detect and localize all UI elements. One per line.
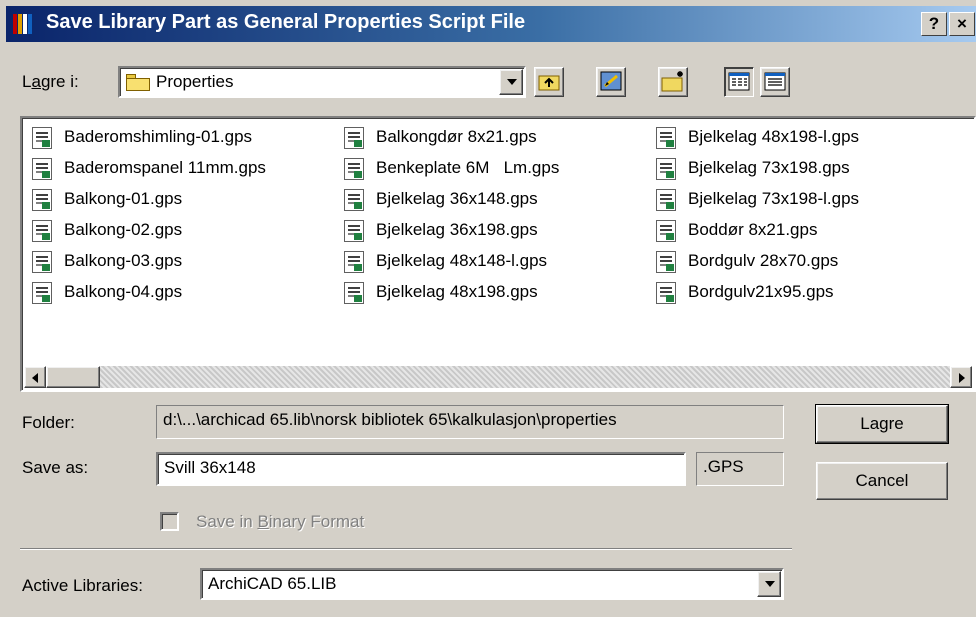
list-item[interactable]: Balkong-03.gps — [28, 248, 266, 279]
gps-file-icon — [656, 251, 676, 273]
desktop-button[interactable] — [596, 67, 626, 97]
dialog-title: Save Library Part as General Properties … — [46, 11, 526, 33]
gps-file-icon — [344, 127, 364, 149]
gps-file-icon — [656, 220, 676, 242]
gps-file-icon — [344, 158, 364, 180]
close-button[interactable]: × — [949, 12, 975, 36]
file-list-column: Bjelkelag 48x198-l.gps Bjelkelag 73x198.… — [652, 124, 859, 310]
gps-file-icon — [32, 220, 52, 242]
gps-file-icon — [32, 158, 52, 180]
list-item[interactable]: Baderomshimling-01.gps — [28, 124, 266, 155]
chevron-down-icon — [765, 581, 775, 587]
list-item[interactable]: Bjelkelag 73x198.gps — [652, 155, 859, 186]
title-bar[interactable]: Save Library Part as General Properties … — [6, 6, 976, 42]
list-item[interactable]: Benkeplate 6M Lm.gps — [340, 155, 559, 186]
gps-file-icon — [656, 158, 676, 180]
gps-file-icon — [656, 189, 676, 211]
active-libraries-combo[interactable]: ArchiCAD 65.LIB — [200, 568, 784, 600]
gps-file-icon — [656, 282, 676, 304]
save-in-combo[interactable]: Properties — [118, 66, 526, 98]
list-item[interactable]: Bordgulv 28x70.gps — [652, 248, 859, 279]
desktop-icon — [600, 71, 622, 91]
scroll-left-button[interactable] — [24, 366, 46, 388]
save-in-dropdown-button[interactable] — [499, 69, 523, 95]
list-item[interactable]: Bjelkelag 48x148-l.gps — [340, 248, 559, 279]
chevron-down-icon — [507, 79, 517, 85]
horizontal-scrollbar[interactable] — [24, 366, 972, 388]
gps-file-icon — [32, 127, 52, 149]
folder-icon — [126, 74, 150, 91]
folder-path: d:\...\archicad 65.lib\norsk bibliotek 6… — [156, 405, 784, 439]
save-as-label: Save as: — [22, 458, 89, 477]
file-list-column: Baderomshimling-01.gps Baderomspanel 11m… — [28, 124, 266, 310]
save-as-input[interactable]: Svill 36x148 — [156, 452, 686, 486]
details-view-icon — [764, 72, 786, 91]
list-item[interactable]: Balkong-01.gps — [28, 186, 266, 217]
active-libraries-value: ArchiCAD 65.LIB — [208, 574, 337, 593]
folder-label: Folder: — [22, 413, 75, 432]
up-one-level-icon — [538, 75, 560, 91]
list-view-button[interactable] — [724, 67, 754, 97]
active-libraries-label: Active Libraries: — [22, 576, 143, 595]
list-item[interactable]: Bjelkelag 36x148.gps — [340, 186, 559, 217]
gps-file-icon — [32, 251, 52, 273]
list-item[interactable]: Baderomspanel 11mm.gps — [28, 155, 266, 186]
list-item[interactable]: Bjelkelag 48x198.gps — [340, 279, 559, 310]
list-item[interactable]: Balkong-02.gps — [28, 217, 266, 248]
scroll-right-button[interactable] — [950, 366, 972, 388]
gps-file-icon — [656, 127, 676, 149]
extension-field: .GPS — [696, 452, 784, 486]
list-item[interactable]: Bjelkelag 36x198.gps — [340, 217, 559, 248]
file-list[interactable]: Baderomshimling-01.gps Baderomspanel 11m… — [20, 116, 976, 392]
gps-file-icon — [32, 282, 52, 304]
gps-file-icon — [344, 220, 364, 242]
list-item[interactable]: Balkong-04.gps — [28, 279, 266, 310]
list-item[interactable]: Bordgulv21x95.gps — [652, 279, 859, 310]
arrow-left-icon — [32, 373, 38, 383]
list-item[interactable]: Bjelkelag 48x198-l.gps — [652, 124, 859, 155]
save-in-label: Lagre i: — [22, 72, 79, 91]
list-item[interactable]: Boddør 8x21.gps — [652, 217, 859, 248]
cancel-button[interactable]: Cancel — [816, 462, 948, 500]
file-list-column: Balkongdør 8x21.gps Benkeplate 6M Lm.gps… — [340, 124, 559, 310]
library-app-icon — [12, 14, 34, 34]
arrow-right-icon — [959, 373, 965, 383]
active-libraries-dropdown-button[interactable] — [757, 571, 781, 597]
separator — [20, 548, 792, 550]
gps-file-icon — [344, 282, 364, 304]
save-library-part-dialog: Save Library Part as General Properties … — [0, 0, 976, 617]
scrollbar-thumb[interactable] — [46, 366, 100, 388]
gps-file-icon — [32, 189, 52, 211]
list-item[interactable]: Bjelkelag 73x198-l.gps — [652, 186, 859, 217]
gps-file-icon — [344, 189, 364, 211]
help-button[interactable]: ? — [921, 12, 947, 36]
list-view-icon — [728, 72, 750, 91]
binary-format-checkbox[interactable] — [160, 512, 179, 531]
list-item[interactable]: Balkongdør 8x21.gps — [340, 124, 559, 155]
save-in-value: Properties — [156, 72, 234, 91]
gps-file-icon — [344, 251, 364, 273]
details-view-button[interactable] — [760, 67, 790, 97]
new-folder-icon — [661, 71, 683, 92]
new-folder-button[interactable] — [658, 67, 688, 97]
save-button[interactable]: Lagre — [815, 404, 949, 444]
up-one-level-button[interactable] — [534, 67, 564, 97]
binary-format-label: Save in Binary Format — [196, 512, 365, 531]
